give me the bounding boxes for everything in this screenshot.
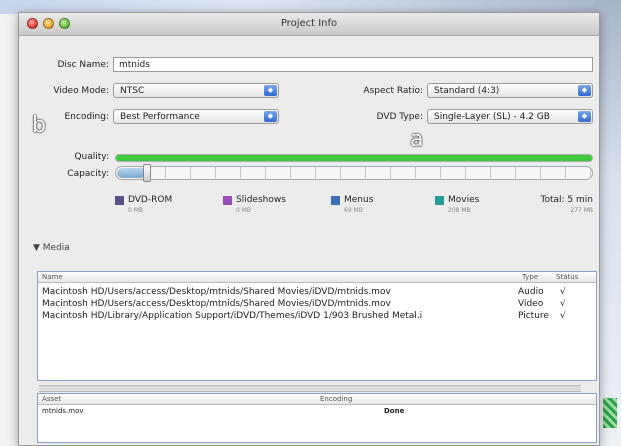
dvd-type-label: DVD Type: (376, 112, 423, 122)
split-view-divider[interactable] (39, 385, 581, 392)
row-status: √ (560, 287, 566, 297)
row-asset: mtnids.mov (42, 407, 84, 415)
title-bar[interactable]: Project Info (19, 13, 599, 36)
column-header-asset[interactable]: Asset (42, 395, 61, 403)
capacity-bar (115, 164, 593, 182)
disc-name-field[interactable]: mtnids (113, 57, 593, 72)
popup-arrows-icon: ◆ (578, 85, 591, 96)
column-header-type[interactable]: Type (522, 273, 538, 281)
legend-size: 0 MB (128, 207, 144, 214)
video-mode-popup[interactable]: NTSC ◆ (113, 83, 279, 98)
table-row[interactable]: mtnids.mov Done (38, 406, 596, 418)
legend-name: DVD-ROM (128, 195, 173, 205)
row-type: Audio (518, 287, 544, 297)
media-table-header: Name Type Status (38, 272, 596, 283)
table-row[interactable]: Macintosh HD/Users/access/Desktop/mtnids… (38, 298, 596, 310)
column-header-name[interactable]: Name (42, 273, 63, 281)
background-window-fragment (603, 398, 617, 428)
encoding-popup[interactable]: Best Performance ◆ (113, 109, 279, 124)
row-encoding: Done (384, 407, 405, 415)
legend-name: Movies (448, 195, 480, 205)
table-row[interactable]: Macintosh HD/Library/Application Support… (38, 310, 596, 322)
aspect-ratio-label: Aspect Ratio: (363, 86, 423, 96)
total-label: Total: 5 min (540, 195, 593, 205)
capacity-fill (117, 168, 146, 178)
legend-name: Menus (344, 195, 374, 205)
popup-arrows-icon: ◆ (264, 111, 277, 122)
dvd-type-value: Single-Layer (SL) - 4.2 GB (434, 112, 550, 122)
table-row[interactable]: Macintosh HD/Users/access/Desktop/mtnids… (38, 286, 596, 298)
media-table: Name Type Status Macintosh HD/Users/acce… (37, 271, 597, 381)
total-size: 277 MB (570, 207, 593, 214)
column-header-encoding[interactable]: Encoding (320, 395, 352, 403)
row-type: Picture (518, 311, 549, 321)
capacity-label: Capacity: (67, 169, 109, 179)
encoding-value: Best Performance (120, 112, 200, 122)
legend-name: Slideshows (236, 195, 286, 205)
column-header-status[interactable]: Status (556, 273, 578, 281)
window-title: Project Info (280, 18, 338, 29)
video-mode-value: NTSC (120, 86, 145, 96)
aspect-ratio-value: Standard (4:3) (434, 86, 500, 96)
legend-size: 0 MB (236, 207, 252, 214)
project-info-window: Project Info Disc Name: mtnids Video Mod… (18, 12, 600, 446)
popup-arrows-icon: ◆ (264, 85, 277, 96)
video-mode-label: Video Mode: (53, 86, 109, 96)
quality-label: Quality: (74, 152, 109, 162)
asset-table-header: Asset Encoding (38, 394, 596, 405)
capacity-marker (142, 164, 151, 182)
row-name: Macintosh HD/Users/access/Desktop/mtnids… (42, 287, 391, 297)
legend-swatch (435, 196, 444, 205)
legend-swatch (223, 196, 232, 205)
popup-arrows-icon: ◆ (578, 111, 591, 122)
annotation-a: a (410, 127, 424, 152)
legend-swatch (115, 196, 124, 205)
row-name: Macintosh HD/Users/access/Desktop/mtnids… (42, 299, 391, 309)
total-summary: Total: 5 min 277 MB (529, 195, 593, 214)
annotation-b: b (32, 113, 46, 138)
media-disclosure-toggle[interactable]: ▼ Media (33, 243, 70, 253)
aspect-ratio-popup[interactable]: Standard (4:3) ◆ (427, 83, 593, 98)
dvd-type-popup[interactable]: Single-Layer (SL) - 4.2 GB ◆ (427, 109, 593, 124)
row-name: Macintosh HD/Library/Application Support… (42, 311, 423, 321)
asset-table: Asset Encoding mtnids.mov Done (37, 393, 597, 443)
quality-bar (115, 154, 593, 162)
legend-swatch (331, 196, 340, 205)
quality-fill (116, 155, 592, 161)
legend-size: 208 MB (448, 207, 471, 214)
row-status: √ (560, 299, 566, 309)
legend-size: 69 MB (344, 207, 363, 214)
disc-name-label: Disc Name: (57, 60, 109, 70)
row-type: Video (518, 299, 544, 309)
row-status: √ (560, 311, 566, 321)
